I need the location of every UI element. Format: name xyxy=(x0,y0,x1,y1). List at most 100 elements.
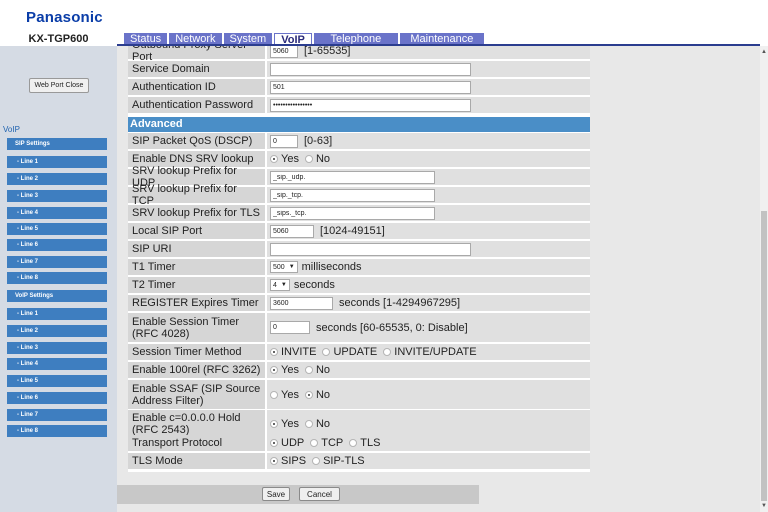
register-expires-row: REGISTER Expires Timer seconds [1-429496… xyxy=(128,295,590,311)
service-domain-row: Service Domain xyxy=(128,61,590,77)
rel100-label: Enable 100rel (RFC 3262) xyxy=(128,362,265,378)
service-domain-input[interactable] xyxy=(270,62,471,76)
model-name: KX-TGP600 xyxy=(28,33,89,45)
radio-icon xyxy=(270,420,278,428)
hold-label: Enable c=0.0.0.0 Hold (RFC 2543) xyxy=(128,410,265,438)
sip-uri-input[interactable] xyxy=(270,242,471,256)
ssaf-label: Enable SSAF (SIP Source Address Filter) xyxy=(128,380,265,409)
hold-yes-option[interactable]: Yes xyxy=(270,418,299,430)
sip-qos-input[interactable] xyxy=(270,134,298,148)
rel100-no-option[interactable]: No xyxy=(304,364,330,376)
srv-tls-input[interactable] xyxy=(270,206,435,220)
session-method-invite-update-option[interactable]: INVITE/UPDATE xyxy=(383,346,477,358)
t1-timer-select[interactable]: 500 ▼ xyxy=(270,261,298,273)
radio-icon xyxy=(383,348,392,356)
auth-password-input[interactable] xyxy=(270,98,471,112)
radio-icon xyxy=(270,457,278,465)
session-method-row: Session Timer Method INVITE UPDATE INVIT… xyxy=(128,344,590,360)
ssaf-row: Enable SSAF (SIP Source Address Filter) … xyxy=(128,380,590,409)
sidebar-item-sip-line-1[interactable]: - Line 1 xyxy=(7,156,107,168)
sip-qos-label: SIP Packet QoS (DSCP) xyxy=(128,133,265,149)
transport-tls-option[interactable]: TLS xyxy=(349,437,380,449)
rel100-yes-option[interactable]: Yes xyxy=(270,364,299,376)
srv-udp-input[interactable] xyxy=(270,170,435,184)
outbound-proxy-port-input[interactable] xyxy=(270,46,298,58)
sidebar-item-voip-line-8[interactable]: - Line 8 xyxy=(7,425,107,437)
radio-icon xyxy=(304,420,313,428)
outbound-proxy-port-label: Outbound Proxy Server Port xyxy=(128,46,265,63)
sip-uri-label: SIP URI xyxy=(128,241,265,257)
local-sip-port-row: Local SIP Port [1024-49151] xyxy=(128,223,590,239)
radio-icon xyxy=(270,348,278,356)
session-method-label: Session Timer Method xyxy=(128,344,265,360)
sidebar-item-voip-settings[interactable]: VoIP Settings xyxy=(7,290,107,302)
hold-row: Enable c=0.0.0.0 Hold (RFC 2543) Yes No xyxy=(128,410,590,438)
tls-mode-sip-tls-option[interactable]: SIP-TLS xyxy=(312,455,365,467)
sidebar-item-voip-line-6[interactable]: - Line 6 xyxy=(7,392,107,404)
local-sip-port-input[interactable] xyxy=(270,224,314,238)
dns-srv-no-option[interactable]: No xyxy=(304,153,330,165)
t1-timer-unit: milliseconds xyxy=(301,261,362,273)
sidebar-item-voip-line-7[interactable]: - Line 7 xyxy=(7,409,107,421)
rel100-row: Enable 100rel (RFC 3262) Yes No xyxy=(128,362,590,378)
scroll-thumb[interactable] xyxy=(761,211,767,501)
sidebar-item-sip-line-2[interactable]: - Line 2 xyxy=(7,173,107,185)
vertical-scrollbar[interactable]: ▲ ▼ xyxy=(760,46,768,512)
session-method-update-option[interactable]: UPDATE xyxy=(322,346,377,358)
session-timer-label: Enable Session Timer (RFC 4028) xyxy=(128,313,265,342)
sidebar-item-sip-line-7[interactable]: - Line 7 xyxy=(7,256,107,268)
tls-mode-row: TLS Mode SIPS SIP-TLS xyxy=(128,453,590,469)
sidebar-item-sip-line-6[interactable]: - Line 6 xyxy=(7,239,107,251)
form-button-bar: Save Cancel xyxy=(117,485,479,504)
content-area: Outbound Proxy Server Port [1-65535] Ser… xyxy=(117,46,760,512)
transport-tcp-option[interactable]: TCP xyxy=(310,437,343,449)
settings-form: Outbound Proxy Server Port [1-65535] Ser… xyxy=(128,46,590,472)
t2-timer-row: T2 Timer 4 ▼ seconds xyxy=(128,277,590,293)
sidebar-item-sip-line-3[interactable]: - Line 3 xyxy=(7,190,107,202)
web-port-close-button[interactable]: Web Port Close xyxy=(29,78,89,93)
chevron-down-icon: ▼ xyxy=(288,264,295,270)
radio-icon xyxy=(312,457,321,465)
local-sip-port-label: Local SIP Port xyxy=(128,223,265,239)
transport-row: Transport Protocol UDP TCP TLS xyxy=(128,435,590,451)
service-domain-label: Service Domain xyxy=(128,61,265,77)
sidebar-item-voip-line-1[interactable]: - Line 1 xyxy=(7,308,107,320)
radio-icon xyxy=(304,390,313,399)
chevron-down-icon: ▼ xyxy=(280,282,287,288)
sidebar-item-voip-line-3[interactable]: - Line 3 xyxy=(7,342,107,354)
auth-id-input[interactable] xyxy=(270,80,471,94)
outbound-proxy-port-hint: [1-65535] xyxy=(304,46,351,57)
srv-tcp-input[interactable] xyxy=(270,188,435,202)
session-timer-input[interactable] xyxy=(270,321,310,334)
radio-icon xyxy=(270,155,278,163)
sidebar-item-sip-line-4[interactable]: - Line 4 xyxy=(7,207,107,219)
sidebar-item-sip-settings[interactable]: SIP Settings xyxy=(7,138,107,150)
radio-icon xyxy=(349,439,358,447)
scroll-up-icon[interactable]: ▲ xyxy=(760,49,768,55)
t2-timer-unit: seconds xyxy=(293,279,335,291)
session-method-invite-option[interactable]: INVITE xyxy=(270,346,316,358)
cancel-button[interactable]: Cancel xyxy=(299,487,340,501)
srv-tls-row: SRV lookup Prefix for TLS xyxy=(128,205,590,221)
sidebar-item-sip-line-8[interactable]: - Line 8 xyxy=(7,272,107,284)
t2-timer-select[interactable]: 4 ▼ xyxy=(270,279,290,291)
hold-no-option[interactable]: No xyxy=(304,418,330,430)
t2-timer-label: T2 Timer xyxy=(128,277,265,293)
register-expires-label: REGISTER Expires Timer xyxy=(128,295,265,311)
register-expires-input[interactable] xyxy=(270,296,333,310)
sidebar-item-voip-line-2[interactable]: - Line 2 xyxy=(7,325,107,337)
panasonic-logo: Panasonic xyxy=(26,9,103,26)
sidebar-item-voip-line-5[interactable]: - Line 5 xyxy=(7,375,107,387)
save-button[interactable]: Save xyxy=(262,487,290,501)
scroll-down-icon[interactable]: ▼ xyxy=(760,503,768,509)
ssaf-no-option[interactable]: No xyxy=(304,389,330,401)
transport-udp-option[interactable]: UDP xyxy=(270,437,304,449)
transport-label: Transport Protocol xyxy=(128,435,265,451)
auth-password-row: Authentication Password xyxy=(128,97,590,113)
ssaf-yes-option[interactable]: Yes xyxy=(270,389,299,401)
tls-mode-sips-option[interactable]: SIPS xyxy=(270,455,306,467)
sidebar-item-sip-line-5[interactable]: - Line 5 xyxy=(7,223,107,235)
dns-srv-yes-option[interactable]: Yes xyxy=(270,153,299,165)
sidebar-item-voip-line-4[interactable]: - Line 4 xyxy=(7,358,107,370)
srv-tcp-row: SRV lookup Prefix for TCP xyxy=(128,183,590,207)
